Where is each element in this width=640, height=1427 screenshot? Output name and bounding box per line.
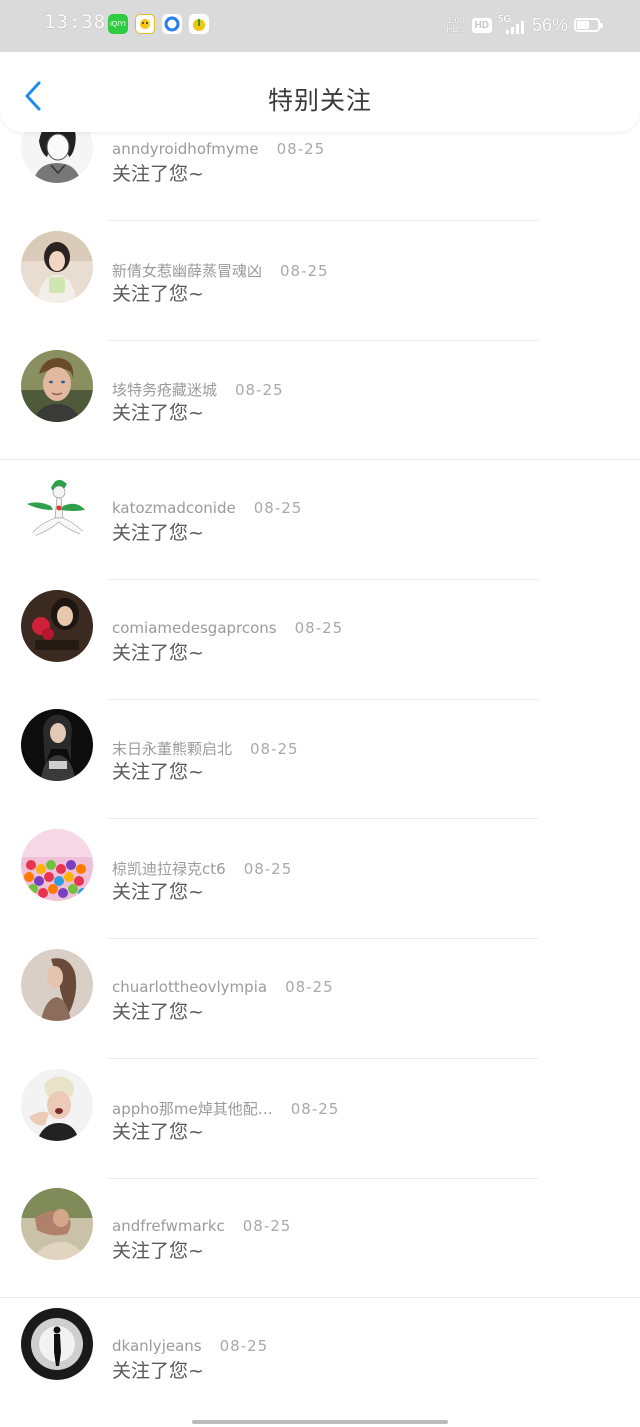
list-item[interactable]: 垓特务疮藏迷城 08-25 关注了您~ [0,327,640,461]
username[interactable]: 末日永董熊颗启北 [112,738,232,759]
date: 08-25 [242,1217,292,1236]
username[interactable]: andfrefwmarkc [112,1217,225,1235]
action-text: 关注了您~ [112,522,204,545]
status-time: 13:38 [44,11,107,33]
username[interactable]: katozmadconide [112,499,236,517]
username[interactable]: 垓特务疮藏迷城 [112,379,217,400]
list-item[interactable]: katozmadconide 08-25 关注了您~ [0,447,640,581]
username[interactable]: comiamedesgaprcons [112,619,277,637]
header: 特别关注 [0,52,640,132]
avatar[interactable] [21,948,93,1021]
avatar[interactable] [21,829,93,902]
page-title: 特别关注 [267,86,372,115]
name-row: dkanlyjeans 08-25 [112,1337,268,1355]
date: 08-25 [290,1099,340,1118]
battery-icon [574,18,603,32]
date: 08-25 [285,977,334,996]
list-item[interactable]: appho那me焯其他配… 08-25 关注了您~ [0,1046,640,1179]
battery-percent: 56% [531,14,568,35]
action-text: 关注了您~ [112,163,204,185]
avatar[interactable] [21,470,93,543]
name-row: katozmadconide 08-25 [112,499,302,517]
name-row: 椋凯迪拉禄克ct6 08-25 [112,858,292,879]
hd-badge: HD [471,17,492,33]
username[interactable]: 新倩女惹幽薛蒸冒魂凶 [112,260,262,281]
qmusic-icon [135,14,155,34]
date: 08-25 [250,740,299,759]
list-item[interactable]: dkanlyjeans 08-25 关注了您~ [0,1285,640,1405]
action-text: 关注了您~ [112,761,204,784]
action-text: 关注了您~ [112,282,204,305]
name-row: 末日永董熊颗启北 08-25 [112,738,299,759]
avatar[interactable] [21,709,93,782]
name-row: anndyroidhofmyme 08-25 [112,140,325,158]
list-item[interactable]: 新倩女惹幽薛蒸冒魂凶 08-25 关注了您~ [0,208,640,341]
action-text: 关注了您~ [112,881,204,904]
name-row: 新倩女惹幽薛蒸冒魂凶 08-25 [112,260,329,281]
username[interactable]: chuarlottheovlympia [112,978,267,996]
date: 08-25 [253,499,303,518]
qqmusic-icon [189,14,209,34]
name-row: 垓特务疮藏迷城 08-25 [112,379,284,400]
action-text: 关注了您~ [112,1000,204,1023]
username[interactable]: appho那me焯其他配… [112,1098,273,1119]
avatar[interactable] [21,1068,93,1141]
iqiyi-icon: iQIYI [108,14,128,34]
list-item[interactable]: 椋凯迪拉禄克ct6 08-25 关注了您~ [0,806,640,940]
status-indicators: 1.00 KB/s HD 5G 56% [447,12,603,38]
username[interactable]: 椋凯迪拉禄克ct6 [112,858,226,879]
follow-list: anndyroidhofmyme 08-25 关注了您~ 新倩女惹幽薛蒸冒魂凶 … [0,88,640,1405]
action-text: 关注了您~ [112,402,204,425]
home-indicator[interactable] [192,1420,448,1424]
date: 08-25 [276,140,326,158]
net-speed-unit: KB/s [446,24,466,34]
username[interactable]: anndyroidhofmyme [112,140,259,158]
signal-icon: 5G [498,14,526,36]
date: 08-25 [243,860,293,879]
action-text: 关注了您~ [112,641,204,664]
name-row: andfrefwmarkc 08-25 [112,1217,291,1235]
action-text: 关注了您~ [112,1240,204,1263]
list-item[interactable]: comiamedesgaprcons 08-25 关注了您~ [0,567,640,700]
date: 08-25 [294,618,344,637]
avatar[interactable] [21,1307,93,1380]
username[interactable]: dkanlyjeans [112,1337,202,1355]
avatar[interactable] [21,230,93,303]
avatar[interactable] [21,350,93,423]
date: 08-25 [280,261,329,280]
browser-icon [162,14,182,34]
avatar[interactable] [21,1188,93,1261]
name-row: chuarlottheovlympia 08-25 [112,978,334,996]
list-item[interactable]: andfrefwmarkc 08-25 关注了您~ [0,1165,640,1299]
avatar[interactable] [21,589,93,662]
name-row: appho那me焯其他配… 08-25 [112,1098,339,1119]
status-bar: 13:38 iQIYI 1.00 KB/s HD 5G 56% [0,0,640,52]
action-text: 关注了您~ [112,1359,204,1382]
list-item[interactable]: chuarlottheovlympia 08-25 关注了您~ [0,926,640,1059]
name-row: comiamedesgaprcons 08-25 [112,619,343,637]
list-item[interactable]: 末日永董熊颗启北 08-25 关注了您~ [0,686,640,820]
action-text: 关注了您~ [112,1120,204,1143]
net-speed: 1.00 KB/s [447,16,466,34]
date: 08-25 [219,1336,269,1355]
date: 08-25 [235,381,284,400]
